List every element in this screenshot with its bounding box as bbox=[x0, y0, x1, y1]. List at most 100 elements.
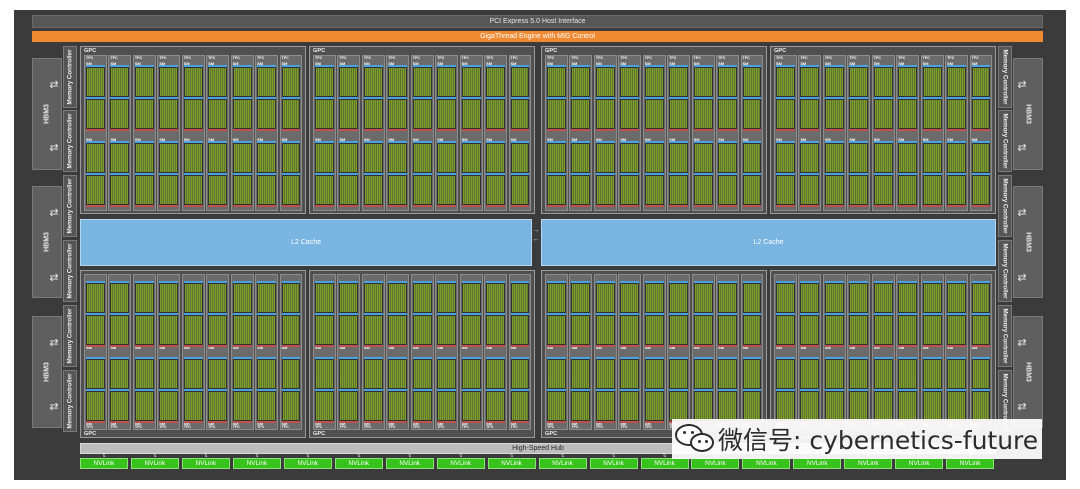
tpc-label: TPC bbox=[718, 56, 726, 60]
gpc-block: GPCTPCSMSMTPCSMSMTPCSMSMTPCSMSMTPCSMSMTP… bbox=[541, 270, 767, 438]
tpc-block: TPCSMSM bbox=[667, 55, 691, 211]
cuda-core-band bbox=[159, 99, 179, 129]
tensor-stripe bbox=[595, 129, 615, 131]
cuda-core-band bbox=[547, 175, 566, 205]
cuda-core-band bbox=[922, 143, 942, 173]
cuda-core-band bbox=[898, 99, 918, 129]
nvlink-port: NVLink bbox=[946, 458, 995, 469]
cuda-core-band bbox=[947, 315, 967, 345]
cuda-core-band bbox=[315, 67, 334, 97]
cuda-core-band bbox=[800, 143, 820, 173]
cuda-core-band bbox=[86, 67, 105, 97]
tensor-stripe bbox=[437, 345, 457, 347]
cuda-core-band bbox=[947, 67, 967, 97]
tpc-block: TPCSMSM bbox=[847, 55, 871, 211]
cuda-core-band bbox=[571, 359, 591, 389]
cuda-core-band bbox=[776, 283, 795, 313]
tensor-stripe bbox=[595, 421, 615, 423]
tpc-label: TPC bbox=[873, 56, 881, 60]
gpc-block: GPCTPCSMSMTPCSMSMTPCSMSMTPCSMSMTPCSMSMTP… bbox=[80, 270, 306, 438]
tpc-block: TPCSMSM bbox=[798, 274, 822, 430]
tensor-stripe bbox=[461, 129, 481, 131]
cuda-core-band bbox=[742, 67, 762, 97]
cuda-core-band bbox=[547, 283, 566, 313]
cuda-core-band bbox=[922, 315, 942, 345]
cuda-core-band bbox=[800, 175, 820, 205]
tensor-stripe bbox=[183, 345, 203, 347]
cuda-core-band bbox=[547, 391, 566, 421]
cuda-core-band bbox=[86, 359, 105, 389]
tpc-block: TPCSMSM bbox=[642, 55, 666, 211]
cuda-core-band bbox=[86, 99, 105, 129]
tpc-label: TPC bbox=[486, 56, 494, 60]
tpc-block: TPCSMSM bbox=[593, 274, 617, 430]
tpc-block: TPCSMSM bbox=[108, 274, 132, 430]
tensor-stripe bbox=[742, 345, 762, 347]
tensor-stripe bbox=[183, 421, 203, 423]
cuda-core-band bbox=[257, 99, 277, 129]
cuda-core-band bbox=[693, 391, 713, 421]
cuda-core-band bbox=[134, 359, 154, 389]
cuda-core-band bbox=[232, 175, 252, 205]
cuda-core-band bbox=[208, 175, 228, 205]
tpc-block: TPCSMSM bbox=[691, 274, 715, 430]
tpc-block: TPCSMSM bbox=[716, 274, 740, 430]
memory-controller-right: Memory Controller bbox=[998, 175, 1012, 237]
tpc-block: TPCSMSM bbox=[361, 274, 385, 430]
cuda-core-band bbox=[315, 99, 334, 129]
tpc-block: TPCSMSM bbox=[740, 55, 764, 211]
tensor-stripe bbox=[571, 129, 591, 131]
tpc-block: TPCSMSM bbox=[132, 274, 156, 430]
cuda-core-band bbox=[510, 99, 530, 129]
cuda-core-band bbox=[486, 391, 506, 421]
cuda-core-band bbox=[437, 359, 457, 389]
cuda-core-band bbox=[547, 99, 566, 129]
tensor-stripe bbox=[620, 421, 640, 423]
tensor-stripe bbox=[510, 421, 530, 423]
tensor-stripe bbox=[693, 205, 713, 207]
cuda-core-band bbox=[947, 359, 967, 389]
tensor-stripe bbox=[388, 205, 408, 207]
tensor-stripe bbox=[437, 129, 457, 131]
cuda-core-band bbox=[461, 315, 481, 345]
tensor-stripe bbox=[824, 205, 844, 207]
tensor-stripe bbox=[388, 421, 408, 423]
tpc-label: TPC bbox=[339, 56, 347, 60]
cuda-core-band bbox=[110, 315, 130, 345]
cuda-core-band bbox=[898, 143, 918, 173]
cuda-core-band bbox=[693, 359, 713, 389]
cuda-core-band bbox=[898, 175, 918, 205]
cuda-core-band bbox=[776, 67, 795, 97]
cuda-core-band bbox=[971, 359, 991, 389]
tpc-label: TPC bbox=[800, 56, 808, 60]
cuda-core-band bbox=[644, 99, 664, 129]
cuda-core-band bbox=[742, 99, 762, 129]
tensor-stripe bbox=[922, 129, 942, 131]
cuda-core-band bbox=[669, 391, 689, 421]
cuda-core-band bbox=[86, 315, 105, 345]
tensor-stripe bbox=[971, 345, 991, 347]
memory-controller-right: Memory Controller bbox=[998, 305, 1012, 367]
tensor-stripe bbox=[718, 129, 738, 131]
tensor-stripe bbox=[898, 129, 918, 131]
cuda-core-band bbox=[620, 175, 640, 205]
cuda-core-band bbox=[208, 359, 228, 389]
memory-controller-label: Memory Controller bbox=[1001, 308, 1009, 364]
cuda-core-band bbox=[232, 391, 252, 421]
left-memory-arrow-icon: ⇄ bbox=[49, 337, 59, 349]
tpc-block: TPCSMSM bbox=[157, 55, 181, 211]
cuda-core-band bbox=[461, 391, 481, 421]
tpc-block: TPCSMSM bbox=[255, 274, 279, 430]
tpc-block: TPCSMSM bbox=[896, 55, 920, 211]
tpc-block: TPCSMSM bbox=[206, 55, 230, 211]
memory-controller-left: Memory Controller bbox=[63, 110, 77, 172]
tpc-block: TPCSMSM bbox=[255, 55, 279, 211]
cuda-core-band bbox=[571, 175, 591, 205]
right-memory-arrow-icon: ⇄ bbox=[1017, 401, 1027, 413]
tensor-stripe bbox=[339, 129, 359, 131]
memory-controller-right: Memory Controller bbox=[998, 110, 1012, 172]
tensor-stripe bbox=[110, 129, 130, 131]
cuda-core-band bbox=[718, 67, 738, 97]
tpc-label: TPC bbox=[86, 56, 94, 60]
cuda-core-band bbox=[922, 175, 942, 205]
